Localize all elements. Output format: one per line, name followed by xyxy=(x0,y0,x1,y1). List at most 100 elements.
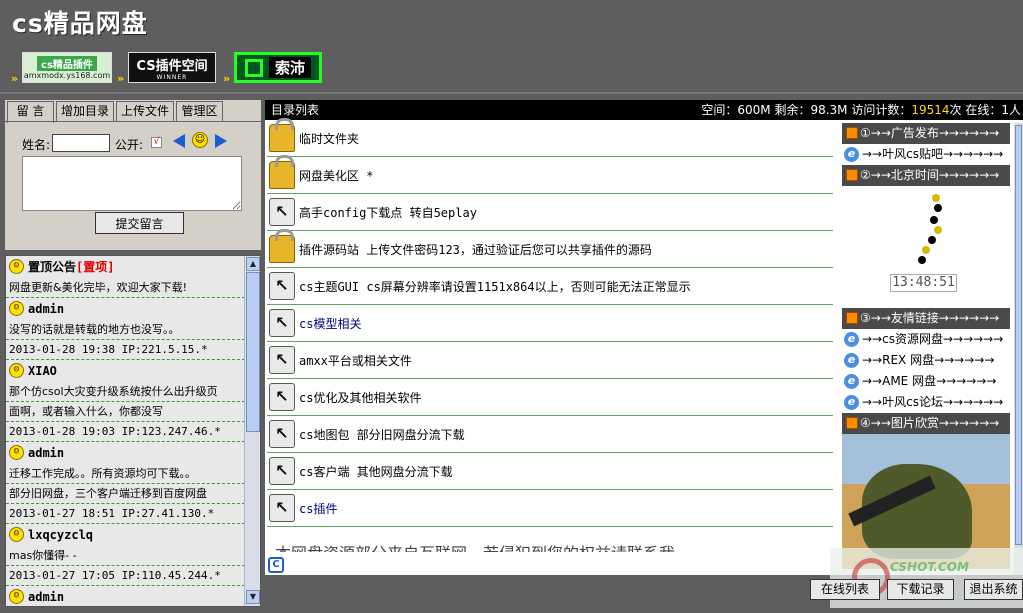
directory-name[interactable]: 插件源码站 上传文件密码123，通过验证后您可以共享插件的源码 xyxy=(299,241,652,258)
pictures-section-header: ④→→图片欣赏→→→→→→ xyxy=(842,413,1010,434)
cs-folder-icon[interactable]: ↖ xyxy=(269,309,295,337)
message-author: ☺ admin xyxy=(6,586,245,606)
message-author: ☺ admin xyxy=(6,442,245,464)
tab-admin[interactable]: 管理区 xyxy=(176,101,223,121)
message-text: 网盘更新&美化完毕，欢迎大家下载! xyxy=(6,278,245,298)
friend-link[interactable]: e →→cs资源网盘→→→→→→ xyxy=(842,329,1010,350)
directory-row[interactable]: ↖ amxx平台或相关文件 xyxy=(267,342,833,379)
public-checkbox[interactable]: √ xyxy=(151,137,162,148)
message-text: 面啊，或者输入什么，你都没写 xyxy=(6,402,245,422)
cs-folder-icon[interactable]: ↖ xyxy=(269,198,295,226)
smiley-icon: ☺ xyxy=(9,259,24,274)
lock-folder-icon[interactable] xyxy=(269,229,295,263)
directory-row[interactable]: ↖ cs模型相关 xyxy=(267,305,833,342)
message-text: 那个仿csol大灾变升级系统按什么出升级页 xyxy=(6,382,245,402)
banner-cs-space[interactable]: CS插件空间 WINNER xyxy=(128,52,216,83)
tab-message[interactable]: 留 言 xyxy=(7,101,54,123)
clock-bead xyxy=(918,256,926,264)
friend-link[interactable]: e →→AME 网盘→→→→→→ xyxy=(842,371,1010,392)
directory-name[interactable]: 网盘美化区 * xyxy=(299,167,373,184)
directory-row[interactable]: 网盘美化区 * xyxy=(267,155,833,194)
ad-link[interactable]: e →→叶风cs贴吧→→→→→→ xyxy=(842,144,1010,165)
directory-header-bar: 目录列表 空间：600M 剩余：98.3M 访问计数：19514次 在线：1人 xyxy=(265,100,1023,120)
directory-name[interactable]: cs地图包 部分旧网盘分流下载 xyxy=(299,426,465,443)
section-icon xyxy=(846,417,858,429)
lock-folder-icon[interactable] xyxy=(269,118,295,152)
name-input[interactable] xyxy=(52,134,110,152)
arrow-icon: » xyxy=(223,72,231,85)
header-divider xyxy=(0,92,1023,94)
smiley-icon[interactable]: ☺ xyxy=(192,132,208,148)
scroll-up-icon[interactable]: ▲ xyxy=(246,257,260,271)
directory-name[interactable]: cs模型相关 xyxy=(299,315,361,332)
directory-row[interactable]: 临时文件夹 xyxy=(267,118,833,157)
logout-button[interactable]: 退出系统 xyxy=(964,579,1023,600)
banner-suopei[interactable]: 索沛 xyxy=(234,52,322,83)
message-textarea[interactable] xyxy=(22,156,242,211)
message-author: ☺ 置顶公告[置项] xyxy=(6,256,245,278)
side-scroll-thumb[interactable] xyxy=(1015,125,1022,545)
submit-message-button[interactable]: 提交留言 xyxy=(95,212,184,234)
square-icon xyxy=(244,58,263,77)
message-scrollbar[interactable]: ▲ ▼ xyxy=(244,256,260,606)
clock-bead xyxy=(934,226,942,234)
directory-row[interactable]: ↖ 高手config下载点 转自5eplay xyxy=(267,194,833,231)
message-meta: 2013-01-27 18:51 IP:27.41.130.* xyxy=(6,504,245,524)
name-label: 姓名: xyxy=(22,138,51,152)
ie-icon: e xyxy=(844,332,859,347)
message-meta: 2013-01-28 19:03 IP:123.247.46.* xyxy=(6,422,245,442)
directory-row[interactable]: ↖ cs主题GUI cs屏幕分辨率请设置1151x864以上，否则可能无法正常显示 xyxy=(267,268,833,305)
directory-name[interactable]: cs插件 xyxy=(299,500,337,517)
scroll-down-icon[interactable]: ▼ xyxy=(246,590,260,604)
directory-list-title: 目录列表 xyxy=(271,103,320,117)
directory-name[interactable]: cs优化及其他相关软件 xyxy=(299,389,421,406)
directory-row[interactable]: ↖ cs地图包 部分旧网盘分流下载 xyxy=(267,416,833,453)
ad-section-header: ①→→广告发布→→→→→→ xyxy=(842,123,1010,144)
side-panel: ①→→广告发布→→→→→→ e →→叶风cs贴吧→→→→→→ ②→→北京时间→→→… xyxy=(842,123,1010,575)
directory-name[interactable]: amxx平台或相关文件 xyxy=(299,352,412,369)
friend-link[interactable]: e →→叶风cs论坛→→→→→→ xyxy=(842,392,1010,413)
smiley-icon: ☺ xyxy=(9,589,24,604)
message-text: 部分旧网盘，三个客户端迁移到百度网盘 xyxy=(6,484,245,504)
directory-name[interactable]: 高手config下载点 转自5eplay xyxy=(299,204,477,221)
clock-bead xyxy=(928,236,936,244)
storage-stats: 空间：600M 剩余：98.3M 访问计数：19514次 在线：1人 xyxy=(701,103,1021,117)
online-list-button[interactable]: 在线列表 xyxy=(810,579,880,600)
ie-icon: e xyxy=(844,353,859,368)
smiley-icon: ☺ xyxy=(9,445,24,460)
download-log-button[interactable]: 下载记录 xyxy=(887,579,954,600)
cs-folder-icon[interactable]: ↖ xyxy=(269,383,295,411)
cs-folder-icon[interactable]: ↖ xyxy=(269,494,295,522)
tab-upload-file[interactable]: 上传文件 xyxy=(116,101,174,121)
cs-folder-icon[interactable]: ↖ xyxy=(269,346,295,374)
section-icon xyxy=(846,312,858,324)
cs-folder-icon[interactable]: ↖ xyxy=(269,457,295,485)
directory-name[interactable]: 临时文件夹 xyxy=(299,130,359,147)
prev-arrow-icon[interactable] xyxy=(173,134,185,148)
directory-row[interactable]: 插件源码站 上传文件密码123，通过验证后您可以共享插件的源码 xyxy=(267,229,833,268)
directory-row[interactable]: ↖ cs客户端 其他网盘分流下载 xyxy=(267,453,833,490)
directory-row[interactable]: ↖ cs优化及其他相关软件 xyxy=(267,379,833,416)
ie-icon: e xyxy=(844,374,859,389)
cs-folder-icon[interactable]: ↖ xyxy=(269,272,295,300)
refresh-icon[interactable]: C xyxy=(268,557,284,573)
directory-name[interactable]: cs主题GUI cs屏幕分辨率请设置1151x864以上，否则可能无法正常显示 xyxy=(299,278,691,295)
banner-sub: WINNER xyxy=(156,73,188,81)
scroll-thumb[interactable] xyxy=(246,272,260,432)
section-icon xyxy=(846,169,858,181)
arrow-icon: » xyxy=(117,72,125,85)
friend-link[interactable]: e →→REX 网盘→→→→→→ xyxy=(842,350,1010,371)
tab-add-directory[interactable]: 增加目录 xyxy=(56,101,114,121)
next-arrow-icon[interactable] xyxy=(215,134,227,148)
site-title: cs精品网盘 xyxy=(12,9,148,38)
friends-section-header: ③→→友情链接→→→→→→ xyxy=(842,308,1010,329)
tab-divider xyxy=(5,121,261,122)
directory-name[interactable]: cs客户端 其他网盘分流下载 xyxy=(299,463,453,480)
clock-bead xyxy=(932,194,940,202)
lock-folder-icon[interactable] xyxy=(269,155,295,189)
banner-label: 索沛 xyxy=(268,57,311,78)
cs-folder-icon[interactable]: ↖ xyxy=(269,420,295,448)
visit-count: 19514 xyxy=(911,103,950,117)
banner-cs-plugins[interactable]: cs精品插件 amxmodx.ys168.com xyxy=(22,52,112,83)
directory-row[interactable]: ↖ cs插件 xyxy=(267,490,833,527)
